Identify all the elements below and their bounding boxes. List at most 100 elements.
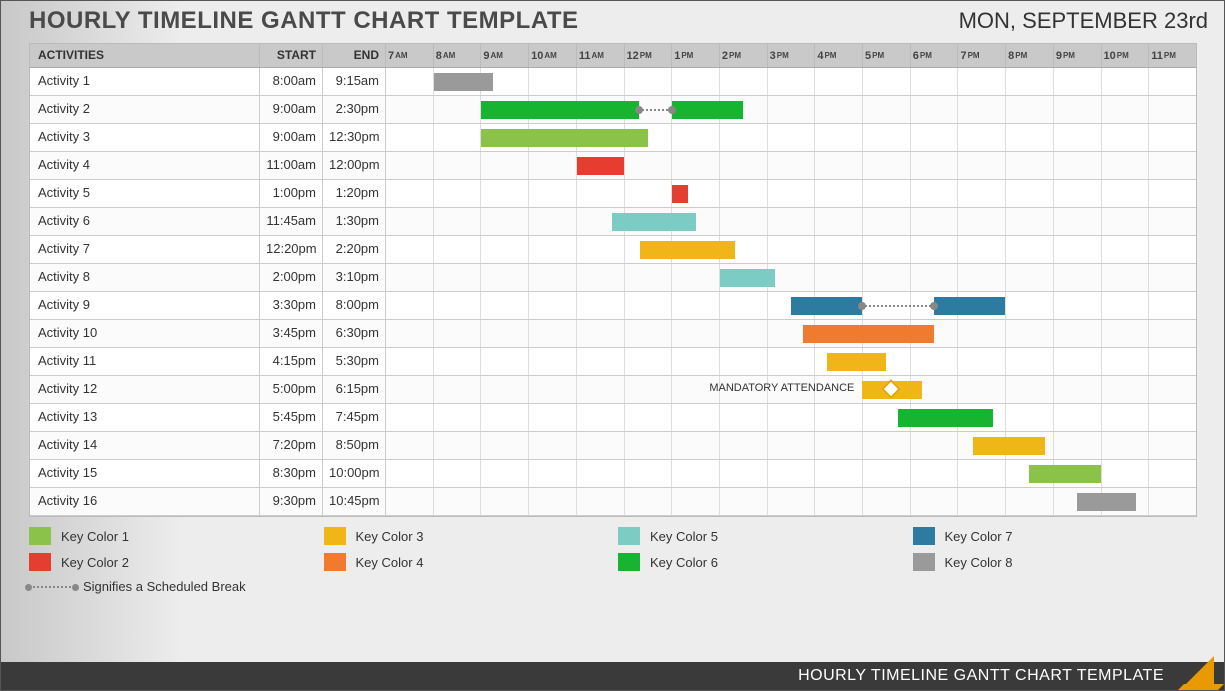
activity-end: 7:45pm xyxy=(323,404,386,431)
timeline-cell xyxy=(386,152,1196,179)
timeline-cell xyxy=(386,404,1196,431)
activity-end: 1:30pm xyxy=(323,208,386,235)
gantt-bar xyxy=(577,157,625,175)
activity-end: 10:45pm xyxy=(323,488,386,515)
activity-name: Activity 15 xyxy=(30,460,260,487)
activity-start: 5:00pm xyxy=(260,376,323,403)
table-row: Activity 29:00am2:30pm xyxy=(30,96,1196,124)
activity-start: 12:20pm xyxy=(260,236,323,263)
legend-label: Key Color 1 xyxy=(61,529,129,544)
activity-start: 3:30pm xyxy=(260,292,323,319)
hour-label: 3PM xyxy=(768,44,816,67)
footer-accent-stripe xyxy=(1178,684,1224,690)
activity-start: 11:00am xyxy=(260,152,323,179)
hour-label: 10AM xyxy=(529,44,577,67)
activity-start: 9:00am xyxy=(260,124,323,151)
activity-name: Activity 3 xyxy=(30,124,260,151)
activity-end: 3:10pm xyxy=(323,264,386,291)
col-header-activities: ACTIVITIES xyxy=(30,44,260,67)
gantt-bar xyxy=(827,353,887,371)
legend-item: Key Color 8 xyxy=(913,553,1198,571)
legend-item: Key Color 7 xyxy=(913,527,1198,545)
gantt-bar xyxy=(672,185,688,203)
legend-label: Key Color 5 xyxy=(650,529,718,544)
table-row: Activity 169:30pm10:45pm xyxy=(30,488,1196,516)
legend-swatch xyxy=(29,527,51,545)
legend-swatch xyxy=(913,553,935,571)
timeline-cell xyxy=(386,68,1196,95)
activity-name: Activity 7 xyxy=(30,236,260,263)
break-indicator xyxy=(639,109,672,111)
activity-start: 8:30pm xyxy=(260,460,323,487)
activity-start: 4:15pm xyxy=(260,348,323,375)
activity-name: Activity 11 xyxy=(30,348,260,375)
table-row: Activity 51:00pm1:20pm xyxy=(30,180,1196,208)
hour-label: 7AM xyxy=(386,44,434,67)
timeline-cell xyxy=(386,488,1196,515)
activity-name: Activity 14 xyxy=(30,432,260,459)
activity-end: 10:00pm xyxy=(323,460,386,487)
activity-end: 12:00pm xyxy=(323,152,386,179)
activity-name: Activity 2 xyxy=(30,96,260,123)
timeline-header: 7AM8AM9AM10AM11AM12PM1PM2PM3PM4PM5PM6PM7… xyxy=(386,44,1196,67)
table-row: Activity 135:45pm7:45pm xyxy=(30,404,1196,432)
legend-label: Key Color 4 xyxy=(356,555,424,570)
hour-label: 10PM xyxy=(1102,44,1150,67)
table-row: Activity 103:45pm6:30pm xyxy=(30,320,1196,348)
legend-swatch xyxy=(913,527,935,545)
activity-start: 11:45am xyxy=(260,208,323,235)
activity-end: 6:15pm xyxy=(323,376,386,403)
activity-start: 1:00pm xyxy=(260,180,323,207)
activity-name: Activity 8 xyxy=(30,264,260,291)
footer-bar: HOURLY TIMELINE GANTT CHART TEMPLATE xyxy=(1,662,1224,690)
legend-item: Key Color 2 xyxy=(29,553,314,571)
legend-item: Key Color 1 xyxy=(29,527,314,545)
legend-swatch xyxy=(618,553,640,571)
activity-name: Activity 12 xyxy=(30,376,260,403)
timeline-cell xyxy=(386,348,1196,375)
table-row: Activity 39:00am12:30pm xyxy=(30,124,1196,152)
break-legend: Signifies a Scheduled Break xyxy=(29,579,1224,594)
gantt-bar xyxy=(434,73,494,91)
activity-start: 8:00am xyxy=(260,68,323,95)
timeline-cell xyxy=(386,208,1196,235)
timeline-cell xyxy=(386,124,1196,151)
timeline-cell xyxy=(386,432,1196,459)
activity-start: 2:00pm xyxy=(260,264,323,291)
header: HOURLY TIMELINE GANTT CHART TEMPLATE MON… xyxy=(1,1,1224,37)
activity-start: 3:45pm xyxy=(260,320,323,347)
gantt-bar xyxy=(640,241,735,259)
hour-label: 7PM xyxy=(958,44,1006,67)
table-row: Activity 82:00pm3:10pm xyxy=(30,264,1196,292)
legend-label: Key Color 2 xyxy=(61,555,129,570)
activity-end: 9:15am xyxy=(323,68,386,95)
hour-label: 2PM xyxy=(720,44,768,67)
timeline-cell xyxy=(386,264,1196,291)
gantt-bar xyxy=(612,213,695,231)
legend-swatch xyxy=(29,553,51,571)
legend-swatch xyxy=(324,553,346,571)
timeline-cell: MANDATORY ATTENDANCE xyxy=(386,376,1196,403)
activity-name: Activity 4 xyxy=(30,152,260,179)
gantt-chart: ACTIVITIES START END 7AM8AM9AM10AM11AM12… xyxy=(29,43,1197,517)
legend-item: Key Color 5 xyxy=(618,527,903,545)
gantt-bar xyxy=(672,101,743,119)
legend-label: Key Color 7 xyxy=(945,529,1013,544)
gantt-rows: Activity 18:00am9:15amActivity 29:00am2:… xyxy=(30,68,1196,516)
activity-name: Activity 6 xyxy=(30,208,260,235)
gantt-bar xyxy=(481,101,638,119)
activity-name: Activity 13 xyxy=(30,404,260,431)
legend-item: Key Color 4 xyxy=(324,553,609,571)
activity-end: 12:30pm xyxy=(323,124,386,151)
activity-name: Activity 1 xyxy=(30,68,260,95)
activity-end: 2:30pm xyxy=(323,96,386,123)
activity-name: Activity 10 xyxy=(30,320,260,347)
legend-swatch xyxy=(324,527,346,545)
table-row: Activity 158:30pm10:00pm xyxy=(30,460,1196,488)
timeline-cell xyxy=(386,320,1196,347)
activity-end: 8:00pm xyxy=(323,292,386,319)
hour-label: 4PM xyxy=(815,44,863,67)
footer-title: HOURLY TIMELINE GANTT CHART TEMPLATE xyxy=(798,667,1164,685)
hour-label: 9PM xyxy=(1054,44,1102,67)
gantt-bar xyxy=(481,129,648,147)
